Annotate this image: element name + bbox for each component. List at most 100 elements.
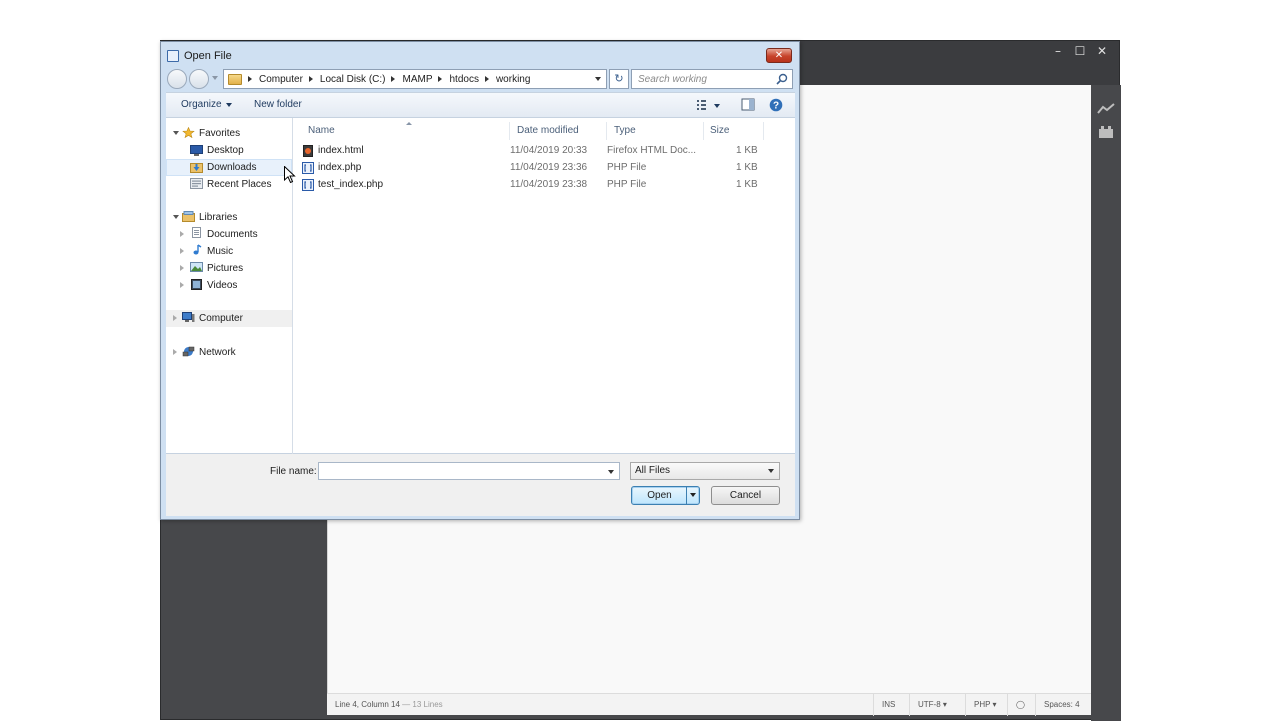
nav-desktop[interactable]: Desktop xyxy=(166,142,292,159)
open-options-dropdown[interactable] xyxy=(686,487,699,504)
command-toolbar: Organize New folder ? xyxy=(166,92,795,118)
file-type-filter-value: All Files xyxy=(635,465,671,476)
nav-computer[interactable]: Computer xyxy=(166,310,292,327)
collapse-icon[interactable] xyxy=(173,215,179,219)
folder-icon xyxy=(228,73,242,85)
expand-icon[interactable] xyxy=(180,231,184,237)
file-row[interactable]: index.php 11/04/2019 23:36 PHP File 1 KB xyxy=(302,160,772,177)
search-box[interactable]: Search working xyxy=(631,69,793,89)
mouse-cursor-icon xyxy=(284,166,296,184)
php-file-icon xyxy=(302,179,314,191)
language-select[interactable]: PHP ▾ xyxy=(965,694,1005,716)
open-button[interactable]: Open xyxy=(631,486,700,505)
minimize-icon[interactable]: – xyxy=(1047,43,1069,59)
sort-ascending-icon xyxy=(406,122,412,125)
expand-icon[interactable] xyxy=(173,315,177,321)
file-row[interactable]: index.html 11/04/2019 20:33 Firefox HTML… xyxy=(302,143,772,160)
search-input[interactable]: Search working xyxy=(638,74,707,85)
cancel-button[interactable]: Cancel xyxy=(711,486,780,505)
breadcrumb-mamp[interactable]: MAMP xyxy=(402,74,432,85)
nav-downloads[interactable]: Downloads xyxy=(166,159,292,176)
nav-documents[interactable]: Documents xyxy=(166,226,292,243)
documents-icon xyxy=(192,227,201,238)
breadcrumb-separator[interactable] xyxy=(248,76,252,82)
nav-pictures-label: Pictures xyxy=(207,263,244,274)
collapse-icon[interactable] xyxy=(173,131,179,135)
expand-icon[interactable] xyxy=(173,349,177,355)
breadcrumb-local-disk[interactable]: Local Disk (C:) xyxy=(320,74,386,85)
nav-recent-places[interactable]: Recent Places xyxy=(166,176,292,193)
breadcrumb-working[interactable]: working xyxy=(496,74,530,85)
recent-locations-dropdown[interactable] xyxy=(212,76,218,80)
column-header-name[interactable]: Name xyxy=(302,122,510,140)
nav-libraries-label: Libraries xyxy=(199,212,238,223)
star-icon xyxy=(182,127,195,138)
file-name: index.html xyxy=(318,145,364,156)
breadcrumb: Computer Local Disk (C:) MAMP htdocs wor… xyxy=(242,74,530,85)
file-type: Firefox HTML Doc... xyxy=(607,145,697,156)
change-view-icon[interactable] xyxy=(696,98,720,112)
file-name: test_index.php xyxy=(318,179,384,190)
file-name-combobox[interactable] xyxy=(318,462,620,480)
address-history-dropdown[interactable] xyxy=(595,77,601,81)
address-bar[interactable]: Computer Local Disk (C:) MAMP htdocs wor… xyxy=(223,69,607,89)
new-folder-label: New folder xyxy=(254,99,302,110)
close-window-icon[interactable]: ✕ xyxy=(1091,43,1113,59)
expand-icon[interactable] xyxy=(180,265,184,271)
navigation-pane: Favorites Desktop Downloads Recent Place… xyxy=(166,118,293,454)
editor-app-icon xyxy=(167,50,179,62)
maximize-icon[interactable]: ☐ xyxy=(1069,43,1091,59)
column-header-size[interactable]: Size xyxy=(704,122,764,140)
insert-mode-toggle[interactable]: INS xyxy=(873,694,903,716)
libraries-icon xyxy=(182,211,195,222)
window-controls: – ☐ ✕ xyxy=(1047,43,1113,59)
chevron-down-icon[interactable] xyxy=(608,470,614,474)
linter-status-icon[interactable]: ◯ xyxy=(1007,694,1035,716)
dialog-close-button[interactable]: ✕ xyxy=(766,48,792,63)
breadcrumb-separator[interactable] xyxy=(391,76,396,82)
nav-favorites[interactable]: Favorites xyxy=(166,125,292,142)
column-header-type[interactable]: Type xyxy=(608,122,704,140)
back-button[interactable] xyxy=(167,69,187,89)
nav-network[interactable]: Network xyxy=(166,344,292,361)
search-icon[interactable] xyxy=(776,73,788,85)
nav-network-label: Network xyxy=(199,347,236,358)
indent-select[interactable]: Spaces: 4 xyxy=(1035,694,1088,716)
forward-button[interactable] xyxy=(189,69,209,89)
nav-music-label: Music xyxy=(207,246,234,257)
file-type-filter[interactable]: All Files xyxy=(630,462,780,480)
column-header-date[interactable]: Date modified xyxy=(511,122,607,140)
breadcrumb-separator[interactable] xyxy=(308,76,313,82)
breadcrumb-computer[interactable]: Computer xyxy=(259,74,303,85)
expand-icon[interactable] xyxy=(180,248,184,254)
preview-pane-icon[interactable] xyxy=(741,98,755,112)
chevron-down-icon[interactable] xyxy=(768,469,774,473)
open-file-dialog: Open File ✕ Computer Local Disk (C:) MAM… xyxy=(160,41,800,520)
breadcrumb-htdocs[interactable]: htdocs xyxy=(449,74,478,85)
nav-libraries[interactable]: Libraries xyxy=(166,209,292,226)
nav-recent-places-label: Recent Places xyxy=(207,179,272,190)
live-preview-icon[interactable] xyxy=(1097,102,1115,116)
breadcrumb-separator[interactable] xyxy=(438,76,443,82)
svg-text:?: ? xyxy=(773,101,779,112)
help-icon[interactable]: ? xyxy=(769,98,783,112)
expand-icon[interactable] xyxy=(180,282,184,288)
organize-menu[interactable]: Organize xyxy=(181,99,232,110)
file-size: 1 KB xyxy=(736,162,758,173)
file-row[interactable]: test_index.php 11/04/2019 23:38 PHP File… xyxy=(302,177,772,194)
column-name-label: Name xyxy=(308,125,335,136)
file-size: 1 KB xyxy=(736,179,758,190)
breadcrumb-separator[interactable] xyxy=(484,76,489,82)
refresh-icon[interactable]: ↻ xyxy=(609,69,629,89)
html-file-icon xyxy=(303,145,313,157)
nav-pictures[interactable]: Pictures xyxy=(166,260,292,277)
file-date: 11/04/2019 20:33 xyxy=(510,145,588,156)
extension-manager-icon[interactable] xyxy=(1097,125,1115,139)
encoding-select[interactable]: UTF-8 ▾ xyxy=(909,694,955,716)
nav-videos[interactable]: Videos xyxy=(166,277,292,294)
nav-music[interactable]: Music xyxy=(166,243,292,260)
new-folder-button[interactable]: New folder xyxy=(254,99,302,110)
organize-label: Organize xyxy=(181,99,222,110)
computer-icon xyxy=(182,312,195,322)
dialog-body: Favorites Desktop Downloads Recent Place… xyxy=(166,118,795,454)
